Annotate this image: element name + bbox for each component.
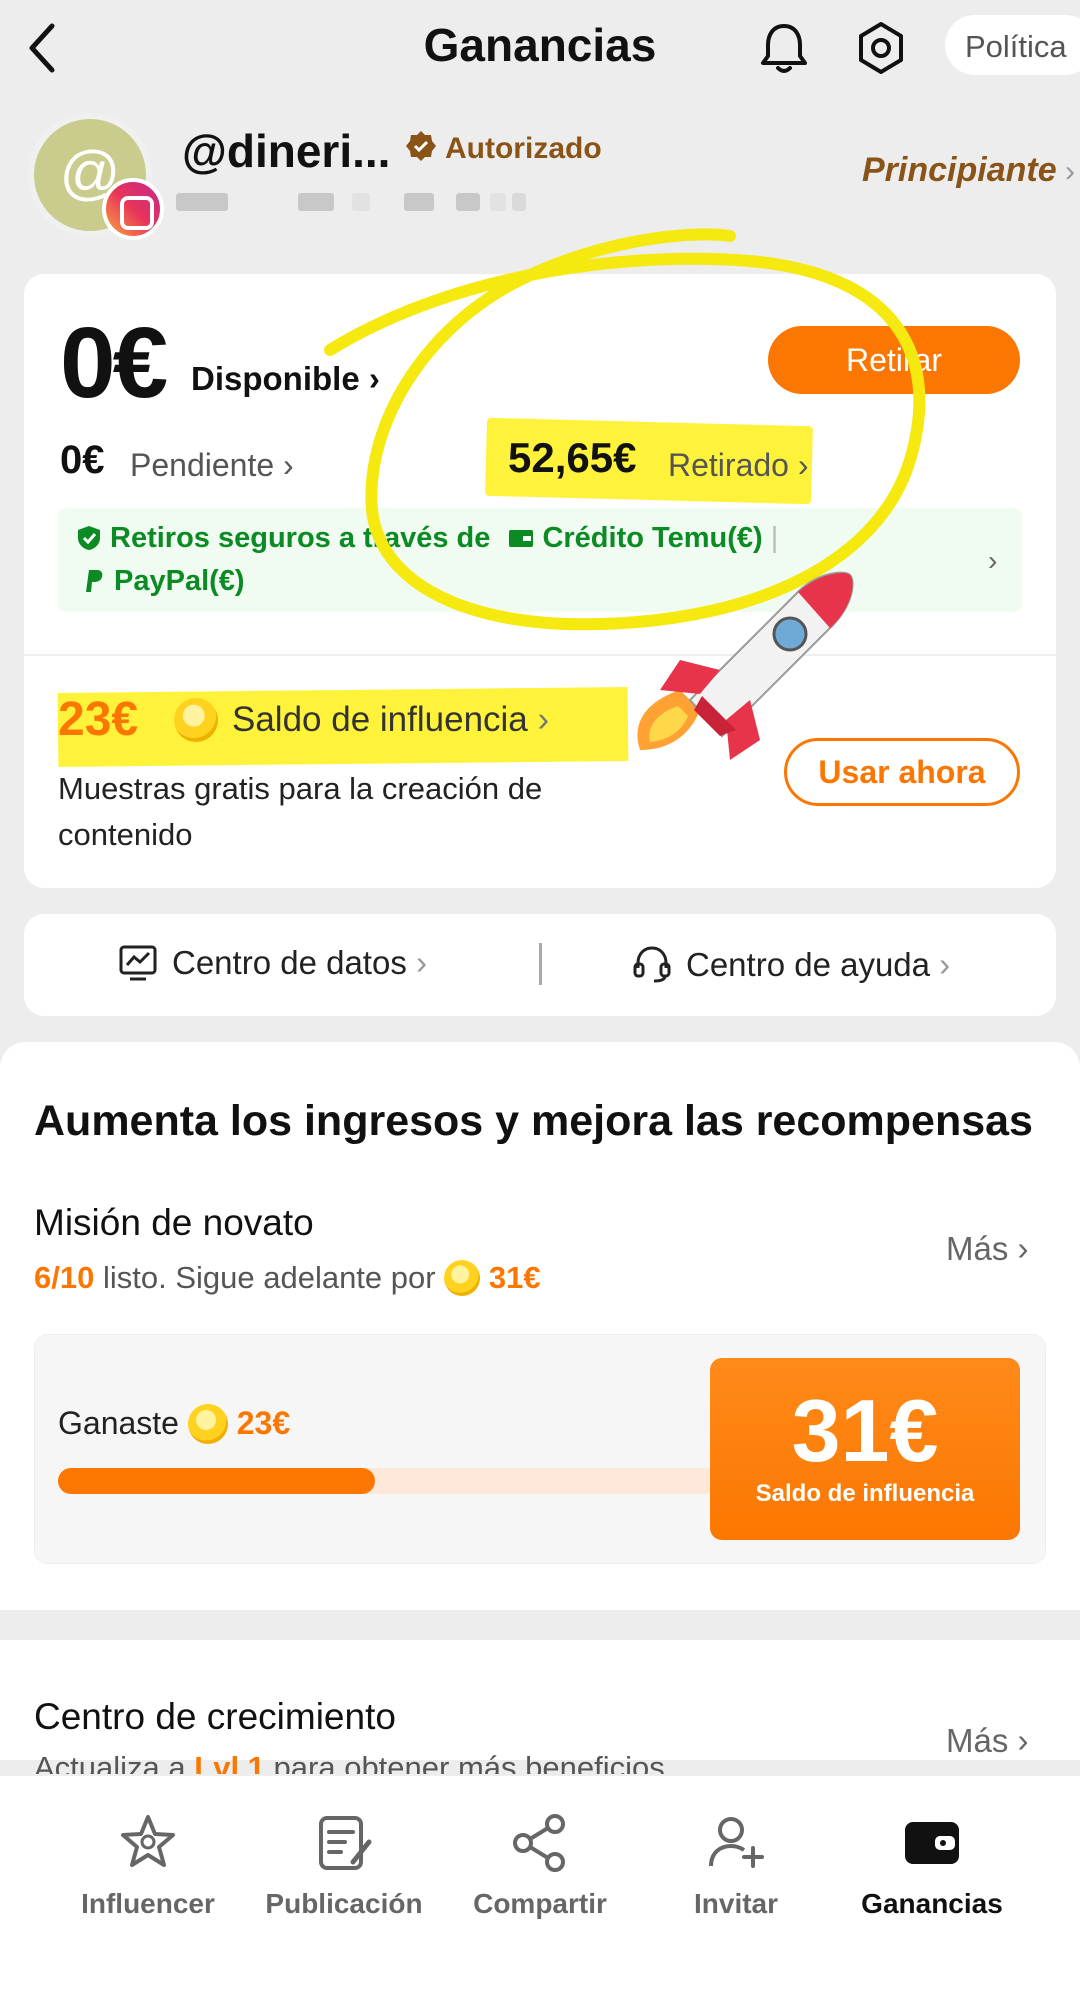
coin-icon bbox=[187, 1404, 228, 1444]
reward-amount: 31€ bbox=[791, 1381, 939, 1480]
nav-label: Invitar bbox=[693, 1888, 779, 1919]
nav-item-earnings[interactable]: Ganancias bbox=[834, 1812, 1030, 1920]
chevron-right-icon: › bbox=[930, 946, 951, 983]
help-center-label: Centro de ayuda bbox=[686, 946, 931, 983]
nav-label: Ganancias bbox=[861, 1888, 1003, 1919]
nav-item-influencer[interactable]: Influencer bbox=[50, 1812, 246, 1920]
more-link[interactable]: Más › bbox=[946, 1722, 1029, 1760]
earned-amount: 23€ bbox=[236, 1405, 291, 1441]
growth-subtitle-before: Actualiza a bbox=[34, 1750, 186, 1774]
earned-label: Ganaste bbox=[58, 1405, 179, 1441]
wallet-icon bbox=[905, 1822, 959, 1864]
earned-text: Ganaste 23€ bbox=[58, 1404, 290, 1444]
data-center-link[interactable]: Centro de datos › bbox=[118, 944, 427, 982]
divider bbox=[539, 943, 542, 985]
rocket-emoji-icon bbox=[637, 571, 854, 760]
mission-progress-text: 6/10 listo. Sigue adelante por 31€ bbox=[34, 1260, 541, 1296]
reward-label: Saldo de influencia bbox=[755, 1480, 975, 1507]
more-label: Más bbox=[946, 1722, 1009, 1759]
chevron-right-icon: › bbox=[1008, 1722, 1029, 1759]
nav-item-share[interactable]: Compartir bbox=[442, 1812, 638, 1920]
chevron-right-icon: › bbox=[1008, 1230, 1029, 1267]
nav-label: Compartir bbox=[473, 1888, 607, 1919]
coin-icon bbox=[444, 1260, 481, 1296]
section-heading: Aumenta los ingresos y mejora las recomp… bbox=[34, 1097, 1033, 1145]
nav-item-post[interactable]: Publicación bbox=[246, 1812, 442, 1920]
progress-count: 6/10 bbox=[34, 1260, 95, 1295]
more-label: Más bbox=[946, 1230, 1009, 1267]
hand-drawn-circle bbox=[324, 228, 926, 631]
invite-icon bbox=[709, 1817, 764, 1868]
growth-subtitle: Actualiza a Lvl 1 para obtener más benef… bbox=[34, 1750, 665, 1774]
data-center-label: Centro de datos bbox=[172, 944, 407, 981]
nav-label: Influencer bbox=[81, 1888, 215, 1919]
progress-text: listo. Sigue adelante por bbox=[102, 1260, 436, 1295]
mission-title: Misión de novato bbox=[34, 1202, 314, 1243]
progress-reward: 31€ bbox=[488, 1260, 541, 1295]
headset-icon bbox=[633, 946, 671, 983]
growth-level: Lvl 1 bbox=[194, 1750, 265, 1774]
help-center-link[interactable]: Centro de ayuda › bbox=[632, 944, 950, 984]
nav-label: Publicación bbox=[265, 1888, 423, 1919]
growth-subtitle-after: para obtener más beneficios bbox=[273, 1750, 665, 1774]
influence-description: Muestras gratis para la creación de cont… bbox=[58, 771, 543, 852]
chevron-right-icon: › bbox=[406, 944, 427, 981]
progress-fill bbox=[58, 1468, 375, 1494]
reward-box[interactable]: 31€ Saldo de influencia bbox=[710, 1358, 1020, 1540]
influencer-icon bbox=[121, 1815, 175, 1867]
nav-item-invite[interactable]: Invitar bbox=[638, 1812, 834, 1920]
share-icon bbox=[513, 1814, 565, 1872]
more-link[interactable]: Más › bbox=[946, 1230, 1029, 1268]
post-icon bbox=[319, 1816, 372, 1870]
chart-monitor-icon bbox=[119, 945, 157, 981]
growth-title: Centro de crecimiento bbox=[34, 1696, 396, 1737]
